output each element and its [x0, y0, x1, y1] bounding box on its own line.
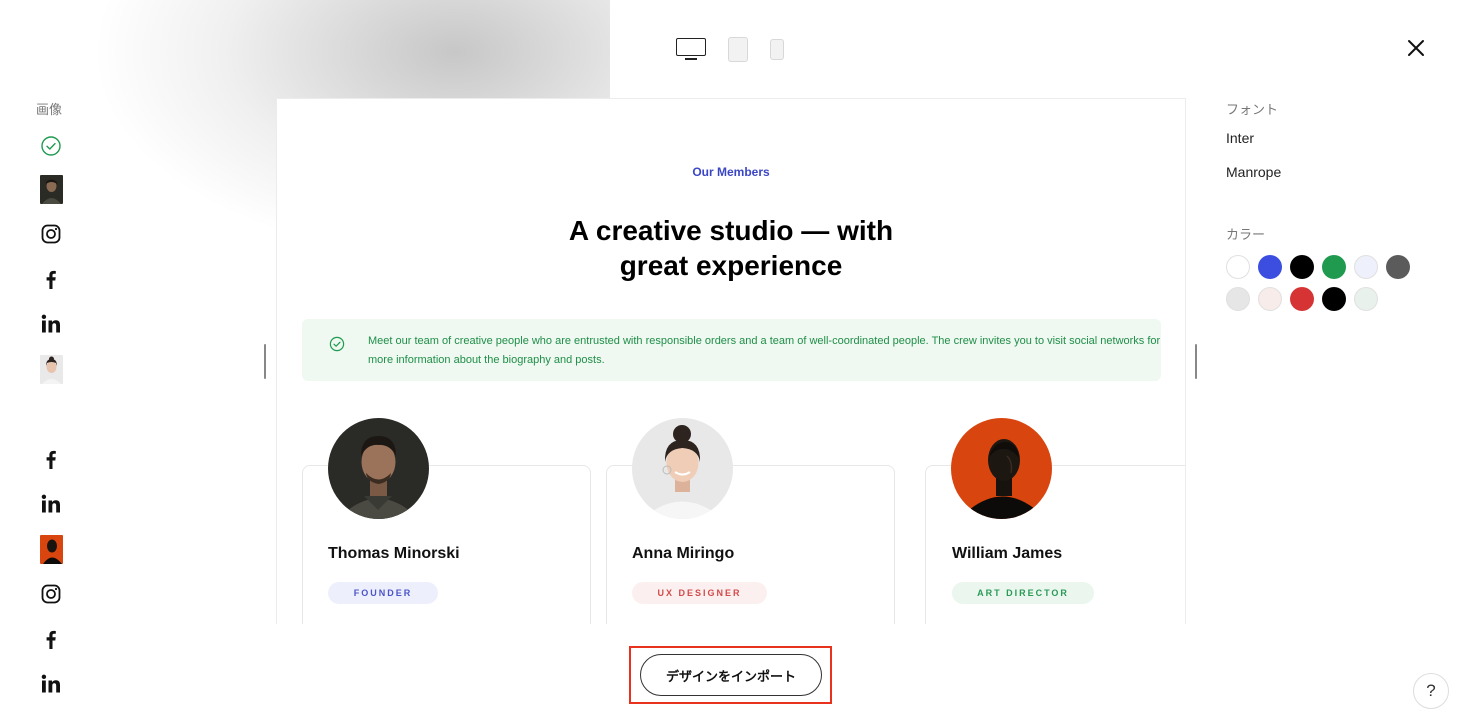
headline-line-2: great experience [619, 250, 843, 281]
avatar [328, 418, 429, 519]
color-swatch[interactable] [1258, 287, 1282, 311]
notice-text: Meet our team of creative people who are… [368, 335, 1161, 366]
font-option-inter[interactable]: Inter [1226, 130, 1254, 146]
section-headline: A creative studio — with great experienc… [277, 213, 1185, 283]
color-swatch[interactable] [1354, 287, 1378, 311]
linkedin-icon[interactable] [39, 492, 63, 516]
tablet-view-icon[interactable] [728, 36, 748, 62]
facebook-icon[interactable] [39, 447, 63, 471]
member-name: Thomas Minorski [328, 545, 460, 562]
linkedin-icon[interactable] [39, 672, 63, 696]
color-swatch[interactable] [1258, 255, 1282, 279]
facebook-icon[interactable] [39, 627, 63, 651]
avatar [632, 418, 733, 519]
anna-thumbnail[interactable] [40, 355, 63, 384]
desktop-view-icon[interactable] [676, 38, 706, 60]
font-option-manrope[interactable]: Manrope [1226, 164, 1281, 180]
section-eyebrow: Our Members [692, 165, 770, 179]
avatar [951, 418, 1052, 519]
check-circle-icon[interactable] [39, 134, 63, 158]
role-badge: FOUNDER [328, 582, 438, 604]
instagram-icon[interactable] [39, 222, 63, 246]
help-button[interactable]: ? [1413, 673, 1449, 709]
color-swatch[interactable] [1354, 255, 1378, 279]
color-section-title: カラー [1226, 227, 1266, 242]
right-resize-handle[interactable] [1195, 344, 1197, 379]
role-badge: UX DESIGNER [632, 582, 767, 604]
color-swatch[interactable] [1226, 287, 1250, 311]
facebook-icon[interactable] [39, 267, 63, 291]
design-preview: Our Members A creative studio — with gre… [276, 98, 1186, 624]
mobile-view-icon[interactable] [770, 38, 784, 60]
images-section-title: 画像 [36, 102, 63, 117]
color-swatch[interactable] [1322, 287, 1346, 311]
close-icon[interactable] [1404, 36, 1428, 60]
role-badge: ART DIRECTOR [952, 582, 1094, 604]
left-resize-handle[interactable] [264, 344, 266, 379]
color-swatch[interactable] [1290, 287, 1314, 311]
instagram-icon[interactable] [39, 582, 63, 606]
info-notice: Meet our team of creative people who are… [302, 319, 1161, 381]
font-section-title: フォント [1226, 102, 1279, 117]
device-switcher [676, 36, 784, 62]
import-design-button[interactable]: デザインをインポート [640, 654, 822, 696]
thomas-thumbnail[interactable] [40, 175, 63, 204]
william-thumbnail[interactable] [40, 535, 63, 564]
color-swatch[interactable] [1290, 255, 1314, 279]
headline-line-1: A creative studio — with [568, 215, 894, 246]
color-swatch[interactable] [1386, 255, 1410, 279]
color-swatch[interactable] [1226, 255, 1250, 279]
linkedin-icon[interactable] [39, 312, 63, 336]
member-name: William James [952, 545, 1063, 562]
color-swatch[interactable] [1322, 255, 1346, 279]
member-name: Anna Miringo [632, 545, 735, 562]
check-circle-icon [329, 336, 345, 352]
